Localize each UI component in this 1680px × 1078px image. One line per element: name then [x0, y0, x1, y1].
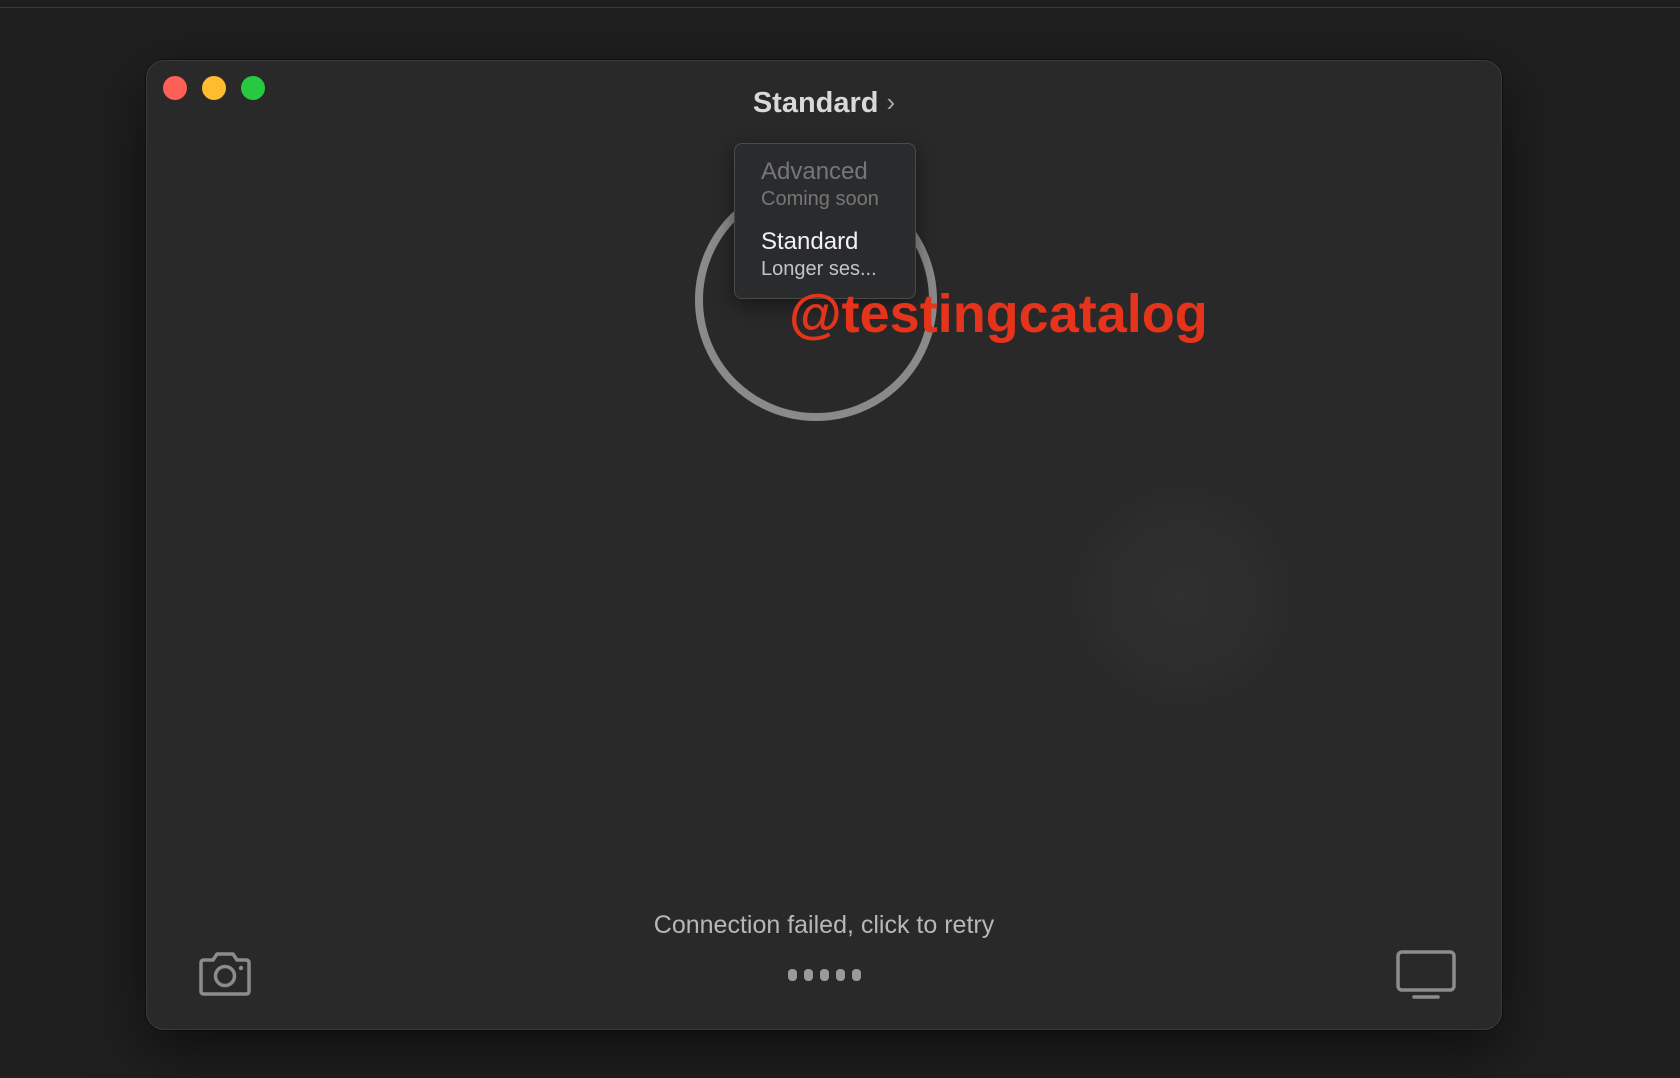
app-window: Standard › Advanced Coming soon Standard …: [146, 60, 1502, 1030]
menu-item-standard[interactable]: Standard Longer ses...: [761, 228, 877, 282]
chevron-right-icon: ›: [886, 87, 896, 117]
screen-top-edge: [0, 0, 1680, 8]
loading-dot: [788, 969, 797, 981]
menu-item-standard-subtitle: Longer ses...: [761, 258, 877, 280]
loading-dot: [820, 969, 829, 981]
menu-item-advanced-label: Advanced: [761, 158, 868, 185]
camera-icon[interactable]: [195, 949, 255, 999]
mode-selector[interactable]: Standard ›: [147, 87, 1501, 120]
loading-dot: [804, 969, 813, 981]
loading-dots: [788, 969, 861, 981]
menu-item-advanced-subtitle: Coming soon: [761, 188, 879, 210]
mode-selector-label: Standard: [752, 87, 879, 119]
loading-dot: [836, 969, 845, 981]
loading-dot: [852, 969, 861, 981]
background-glow: [1067, 481, 1297, 711]
menu-item-advanced: Advanced Coming soon: [761, 158, 879, 212]
monitor-icon[interactable]: [1395, 949, 1457, 1001]
mode-dropdown-menu: Advanced Coming soon Standard Longer ses…: [734, 143, 916, 299]
connection-status-message[interactable]: Connection failed, click to retry: [147, 911, 1501, 940]
watermark-text: @testingcatalog: [789, 284, 1208, 344]
menu-item-standard-label: Standard: [761, 228, 859, 255]
